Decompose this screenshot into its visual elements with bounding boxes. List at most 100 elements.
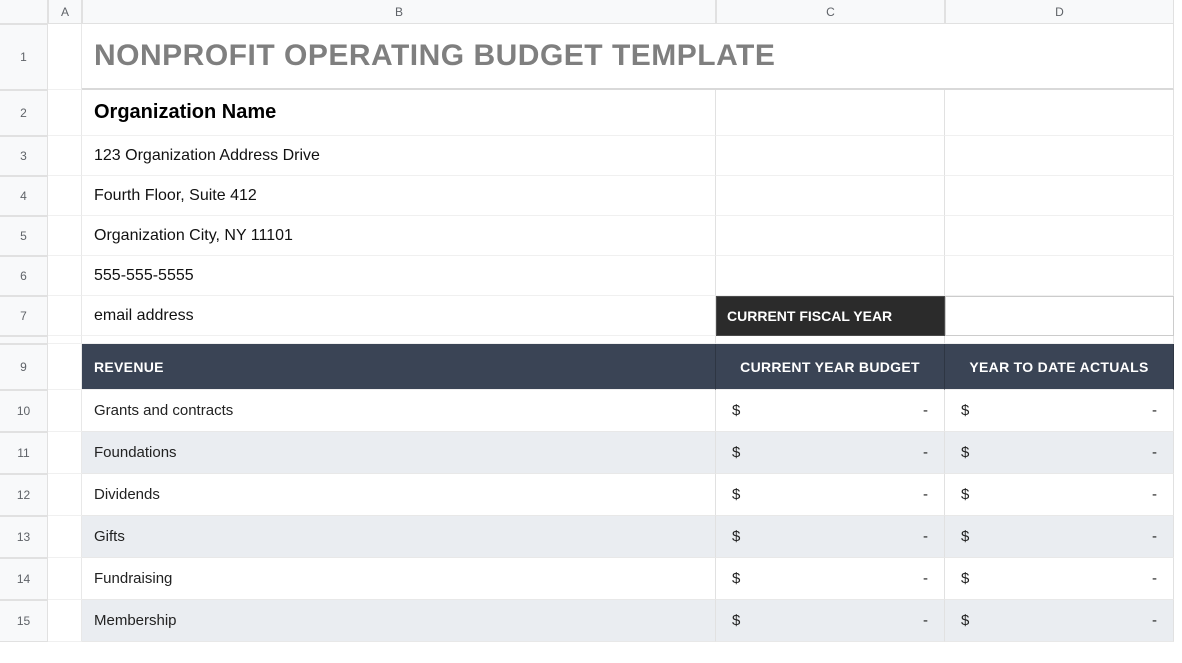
rownum-3[interactable]: 3 (0, 136, 48, 176)
actuals-cell[interactable]: $ - (945, 600, 1174, 642)
actuals-value: - (1152, 444, 1157, 461)
col-header-C[interactable]: C (716, 0, 945, 24)
cell-C2[interactable] (716, 90, 945, 136)
org-addr2[interactable]: Fourth Floor, Suite 412 (82, 176, 716, 216)
currency-symbol: $ (961, 402, 969, 419)
org-cityline[interactable]: Organization City, NY 11101 (82, 216, 716, 256)
budget-value: - (923, 612, 928, 629)
currency-symbol: $ (732, 528, 740, 545)
actuals-cell[interactable]: $ - (945, 390, 1174, 432)
cell-D6[interactable] (945, 256, 1174, 296)
actuals-value: - (1152, 402, 1157, 419)
cell-A1[interactable] (48, 24, 82, 90)
actuals-cell[interactable]: $ - (945, 516, 1174, 558)
rownum-11[interactable]: 11 (0, 432, 48, 474)
cell-A14[interactable] (48, 558, 82, 600)
cell-A3[interactable] (48, 136, 82, 176)
org-email[interactable]: email address (82, 296, 716, 336)
cell-B8[interactable] (82, 336, 716, 344)
cell-A8[interactable] (48, 336, 82, 344)
rownum-13[interactable]: 13 (0, 516, 48, 558)
rownum-2[interactable]: 2 (0, 90, 48, 136)
revenue-label[interactable]: Gifts (82, 516, 716, 558)
budget-cell[interactable]: $ - (716, 432, 945, 474)
cell-A10[interactable] (48, 390, 82, 432)
org-phone[interactable]: 555-555-5555 (82, 256, 716, 296)
rownum-12[interactable]: 12 (0, 474, 48, 516)
cell-A6[interactable] (48, 256, 82, 296)
currency-symbol: $ (961, 444, 969, 461)
spreadsheet-grid: A B C D 1 NONPROFIT OPERATING BUDGET TEM… (0, 0, 1182, 642)
budget-value: - (923, 528, 928, 545)
rownum-8[interactable] (0, 336, 48, 344)
rownum-14[interactable]: 14 (0, 558, 48, 600)
budget-cell[interactable]: $ - (716, 390, 945, 432)
cell-C3[interactable] (716, 136, 945, 176)
actuals-value: - (1152, 612, 1157, 629)
rownum-6[interactable]: 6 (0, 256, 48, 296)
actuals-cell[interactable]: $ - (945, 558, 1174, 600)
budget-cell[interactable]: $ - (716, 600, 945, 642)
cell-C8[interactable] (716, 336, 945, 344)
cell-A11[interactable] (48, 432, 82, 474)
rownum-5[interactable]: 5 (0, 216, 48, 256)
header-budget: CURRENT YEAR BUDGET (716, 344, 945, 390)
cell-A5[interactable] (48, 216, 82, 256)
currency-symbol: $ (961, 570, 969, 587)
col-header-B[interactable]: B (82, 0, 716, 24)
cell-D3[interactable] (945, 136, 1174, 176)
rownum-4[interactable]: 4 (0, 176, 48, 216)
currency-symbol: $ (732, 486, 740, 503)
revenue-label[interactable]: Membership (82, 600, 716, 642)
header-actuals: YEAR TO DATE ACTUALS (945, 344, 1174, 390)
actuals-value: - (1152, 528, 1157, 545)
cell-A4[interactable] (48, 176, 82, 216)
currency-symbol: $ (732, 444, 740, 461)
currency-symbol: $ (961, 528, 969, 545)
cell-A15[interactable] (48, 600, 82, 642)
actuals-cell[interactable]: $ - (945, 474, 1174, 516)
cell-D8[interactable] (945, 336, 1174, 344)
cell-A13[interactable] (48, 516, 82, 558)
revenue-label[interactable]: Grants and contracts (82, 390, 716, 432)
grid-corner (0, 0, 48, 24)
cell-D2[interactable] (945, 90, 1174, 136)
currency-symbol: $ (732, 612, 740, 629)
org-name[interactable]: Organization Name (82, 90, 716, 136)
cell-C5[interactable] (716, 216, 945, 256)
budget-cell[interactable]: $ - (716, 558, 945, 600)
cell-D5[interactable] (945, 216, 1174, 256)
actuals-cell[interactable]: $ - (945, 432, 1174, 474)
budget-value: - (923, 444, 928, 461)
cell-D4[interactable] (945, 176, 1174, 216)
actuals-value: - (1152, 570, 1157, 587)
page-title[interactable]: NONPROFIT OPERATING BUDGET TEMPLATE (82, 24, 1174, 90)
rownum-9[interactable]: 9 (0, 344, 48, 390)
cell-A9[interactable] (48, 344, 82, 390)
org-addr1[interactable]: 123 Organization Address Drive (82, 136, 716, 176)
budget-value: - (923, 402, 928, 419)
budget-value: - (923, 570, 928, 587)
rownum-15[interactable]: 15 (0, 600, 48, 642)
cell-A2[interactable] (48, 90, 82, 136)
fiscal-year-value[interactable] (945, 296, 1174, 336)
header-revenue: REVENUE (82, 344, 716, 390)
col-header-A[interactable]: A (48, 0, 82, 24)
col-header-D[interactable]: D (945, 0, 1174, 24)
cell-A12[interactable] (48, 474, 82, 516)
currency-symbol: $ (732, 402, 740, 419)
rownum-7[interactable]: 7 (0, 296, 48, 336)
rownum-10[interactable]: 10 (0, 390, 48, 432)
cell-C4[interactable] (716, 176, 945, 216)
budget-cell[interactable]: $ - (716, 516, 945, 558)
cell-C6[interactable] (716, 256, 945, 296)
actuals-value: - (1152, 486, 1157, 503)
cell-A7[interactable] (48, 296, 82, 336)
revenue-label[interactable]: Foundations (82, 432, 716, 474)
rownum-1[interactable]: 1 (0, 24, 48, 90)
fiscal-year-label: CURRENT FISCAL YEAR (716, 296, 945, 336)
revenue-label[interactable]: Dividends (82, 474, 716, 516)
currency-symbol: $ (961, 612, 969, 629)
budget-cell[interactable]: $ - (716, 474, 945, 516)
revenue-label[interactable]: Fundraising (82, 558, 716, 600)
